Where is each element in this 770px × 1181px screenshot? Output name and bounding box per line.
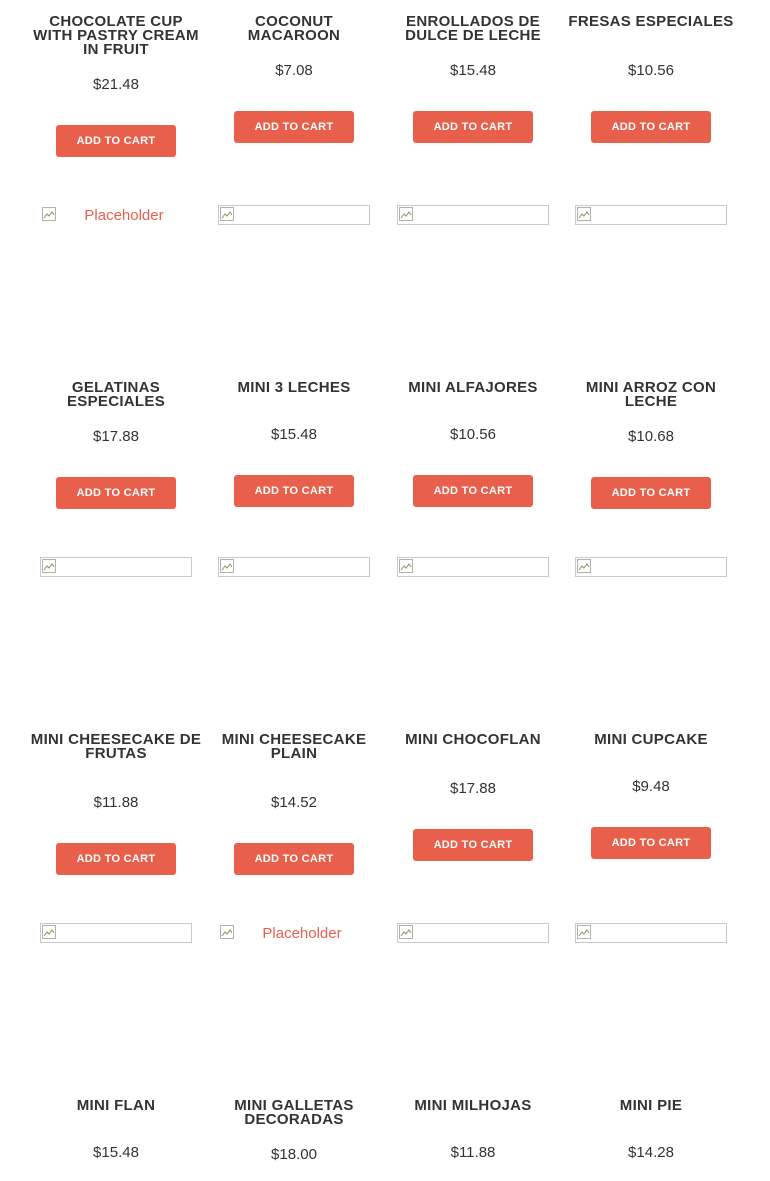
product-title[interactable]: Enrollados de Dulce de Leche bbox=[387, 14, 559, 43]
product-price: $21.48 bbox=[93, 76, 139, 93]
product-title[interactable]: Mini 3 Leches bbox=[208, 380, 380, 395]
add-to-cart-button[interactable]: Add to cart bbox=[591, 827, 711, 859]
product-price: $15.48 bbox=[93, 1144, 139, 1161]
product-image[interactable] bbox=[397, 557, 549, 707]
product-title[interactable]: Mini Milhojas bbox=[387, 1098, 559, 1113]
add-to-cart-button[interactable]: Add to cart bbox=[56, 477, 176, 509]
broken-image-icon bbox=[220, 559, 234, 573]
product-price: $11.88 bbox=[450, 1144, 496, 1161]
image-frame bbox=[397, 557, 549, 577]
product-price: $15.48 bbox=[450, 62, 496, 79]
broken-image-icon bbox=[399, 559, 413, 573]
broken-image-icon bbox=[42, 559, 56, 573]
add-to-cart-button[interactable]: Add to cart bbox=[234, 111, 354, 143]
image-frame bbox=[40, 923, 192, 943]
broken-image-icon bbox=[220, 207, 234, 221]
product-title[interactable]: Mini Flan bbox=[30, 1098, 202, 1113]
product-price: $10.56 bbox=[628, 62, 674, 79]
image-frame bbox=[575, 557, 727, 577]
product-price: $15.48 bbox=[271, 426, 317, 443]
product-price: $14.52 bbox=[271, 794, 317, 811]
broken-image-icon bbox=[399, 925, 413, 939]
product-price: $17.88 bbox=[93, 428, 139, 445]
product-title[interactable]: Chocolate Cup with Pastry Cream in Fruit bbox=[30, 14, 202, 57]
product-price: $10.56 bbox=[450, 426, 496, 443]
product-price: $10.68 bbox=[628, 428, 674, 445]
product-price: $7.08 bbox=[275, 62, 313, 79]
add-to-cart-button[interactable]: Add to cart bbox=[413, 829, 533, 861]
product-title[interactable]: Mini Galletas Decoradas bbox=[208, 1098, 380, 1127]
product-title[interactable]: Mini Pie bbox=[565, 1098, 737, 1113]
image-frame bbox=[575, 205, 727, 225]
product-image[interactable] bbox=[575, 205, 727, 355]
image-alt-text: Placeholder bbox=[84, 207, 164, 224]
product-image[interactable] bbox=[397, 923, 549, 1073]
image-frame bbox=[397, 205, 549, 225]
product-title[interactable]: Mini Chocoflan bbox=[387, 732, 559, 747]
product-price: $18.00 bbox=[271, 1146, 317, 1163]
product-price: $14.28 bbox=[628, 1144, 674, 1161]
add-to-cart-button[interactable]: Add to cart bbox=[413, 475, 533, 507]
add-to-cart-button[interactable]: Add to cart bbox=[56, 843, 176, 875]
product-price: $11.88 bbox=[93, 794, 139, 811]
product-image[interactable] bbox=[218, 205, 370, 355]
add-to-cart-button[interactable]: Add to cart bbox=[234, 475, 354, 507]
image-frame bbox=[218, 557, 370, 577]
product-image[interactable] bbox=[575, 923, 727, 1073]
product-title[interactable]: Mini Cupcake bbox=[565, 732, 737, 747]
product-title[interactable]: Mini Cheesecake Plain bbox=[208, 732, 380, 761]
broken-image-icon bbox=[577, 207, 591, 221]
broken-image-icon bbox=[42, 925, 56, 939]
product-title[interactable]: Mini Alfajores bbox=[387, 380, 559, 395]
image-alt-text: Placeholder bbox=[262, 925, 342, 942]
image-frame bbox=[575, 923, 727, 943]
product-price: $17.88 bbox=[450, 780, 496, 797]
broken-image-icon bbox=[577, 559, 591, 573]
image-frame bbox=[218, 205, 370, 225]
product-price: $9.48 bbox=[632, 778, 670, 795]
product-image[interactable] bbox=[40, 557, 192, 707]
product-image[interactable] bbox=[40, 923, 192, 1073]
product-title[interactable]: Mini Arroz con Leche bbox=[565, 380, 737, 409]
image-frame bbox=[40, 557, 192, 577]
product-title[interactable]: Coconut Macaroon bbox=[208, 14, 380, 43]
broken-image-icon bbox=[399, 207, 413, 221]
product-image[interactable]: Placeholder bbox=[40, 205, 192, 355]
add-to-cart-button[interactable]: Add to cart bbox=[413, 111, 533, 143]
add-to-cart-button[interactable]: Add to cart bbox=[591, 111, 711, 143]
product-image[interactable] bbox=[218, 557, 370, 707]
product-grid: Chocolate Cup with Pastry Cream in Fruit… bbox=[0, 0, 770, 1181]
add-to-cart-button[interactable]: Add to cart bbox=[56, 125, 176, 157]
add-to-cart-button[interactable]: Add to cart bbox=[591, 477, 711, 509]
product-image[interactable] bbox=[397, 205, 549, 355]
broken-image-icon bbox=[577, 925, 591, 939]
product-title[interactable]: Mini Cheesecake de Frutas bbox=[30, 732, 202, 761]
add-to-cart-button[interactable]: Add to cart bbox=[234, 843, 354, 875]
product-image[interactable] bbox=[575, 557, 727, 707]
image-frame bbox=[397, 923, 549, 943]
product-title[interactable]: Fresas Especiales bbox=[565, 14, 737, 29]
product-image[interactable]: Placeholder bbox=[218, 923, 370, 1073]
product-title[interactable]: Gelatinas Especiales bbox=[30, 380, 202, 409]
